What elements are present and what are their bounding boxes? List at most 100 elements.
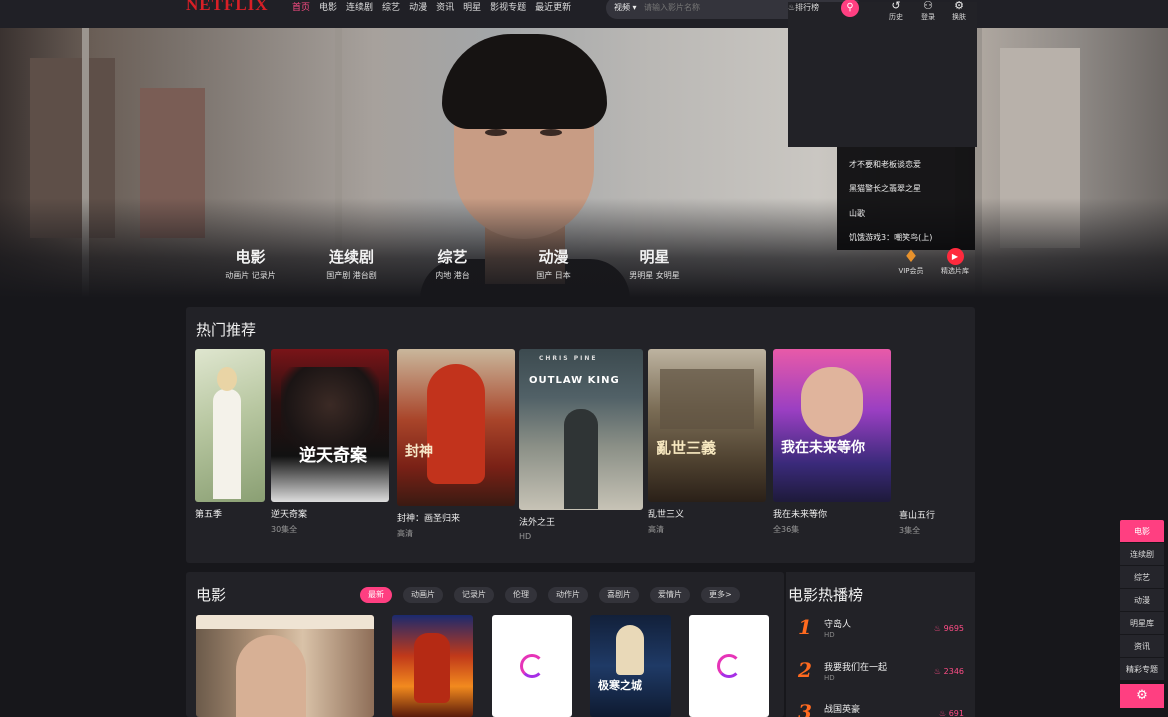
recommend-title: 喜山五行 xyxy=(899,511,936,521)
nav-item-stars[interactable]: 明星 xyxy=(463,0,481,13)
hot-list-item[interactable]: 黑猫警长之翡翠之星 xyxy=(849,177,963,202)
tab-ethics[interactable]: 伦理 xyxy=(505,587,537,603)
fire-icon: ♨ xyxy=(933,667,942,676)
app-root: NETFLIX 首页 电影 连续剧 综艺 动漫 资讯 明星 影视专题 最近更新 … xyxy=(0,0,1168,717)
rank-link[interactable]: ♨排行榜 xyxy=(788,2,977,147)
vip-link[interactable]: ♦ VIP会员 xyxy=(893,248,929,276)
recommend-item[interactable]: 喜山五行 3集全 xyxy=(899,508,969,536)
hot-list-item[interactable]: 山歌 xyxy=(849,202,963,227)
side-item-news[interactable]: 资讯 xyxy=(1120,635,1164,658)
recommend-item[interactable]: 逆天奇案 逆天奇案 30集全 xyxy=(271,349,389,535)
hero-category-movie[interactable]: 电影 动画片 记录片 xyxy=(200,246,301,281)
poster-actor-text: CHRIS PINE xyxy=(539,355,598,362)
category-title: 动漫 xyxy=(538,248,569,266)
portrait-eye xyxy=(485,129,507,136)
rank-number: 2 xyxy=(798,658,812,682)
hero-category-stars[interactable]: 明星 男明星 女明星 xyxy=(604,246,705,281)
settings-button[interactable]: ⚙ xyxy=(1120,684,1164,708)
section-title: 热门推荐 xyxy=(196,321,257,339)
nav-item-home[interactable]: 首页 xyxy=(292,0,310,13)
recommend-item[interactable]: CHRIS PINE OUTLAW KING 法外之王 HD xyxy=(519,349,643,541)
tab-action[interactable]: 动作片 xyxy=(548,587,588,603)
poster-image: 亂世三義 xyxy=(648,349,766,502)
rank-heat: ♨ 2346 xyxy=(934,667,964,676)
movie-card-loading[interactable] xyxy=(492,615,572,717)
tab-more[interactable]: 更多> xyxy=(701,587,740,603)
poster-image: 我在未来等你 xyxy=(773,349,891,502)
logo[interactable]: NETFLIX xyxy=(186,0,269,15)
movie-card[interactable] xyxy=(392,615,473,717)
recommend-sub: 全36集 xyxy=(773,525,800,534)
search-type-select[interactable]: 视频 ▾ xyxy=(614,2,637,13)
hero-category-variety[interactable]: 综艺 内地 港台 xyxy=(402,246,503,281)
nav-item-variety[interactable]: 综艺 xyxy=(382,0,400,13)
recommend-item[interactable]: 亂世三義 乱世三义 高清 xyxy=(648,349,766,535)
recommend-sub: 3集全 xyxy=(899,526,921,535)
history-button[interactable]: ↺ 历史 xyxy=(884,0,908,22)
tab-romance[interactable]: 爱情片 xyxy=(650,587,690,603)
rank-heat: ♨ 9695 xyxy=(934,624,964,633)
ranking-title: 电影热播榜 xyxy=(788,586,864,604)
library-label: 精选片库 xyxy=(941,267,969,275)
recommend-title: 我在未来等你 xyxy=(773,510,828,520)
vip-label: VIP会员 xyxy=(898,267,924,275)
loading-spinner-icon xyxy=(717,654,741,678)
hero-banner[interactable]: 电影 动画片 记录片 连续剧 国产剧 港台剧 综艺 内地 港台 动漫 国产 日本… xyxy=(0,28,1168,298)
login-button[interactable]: ⚇ 登录 xyxy=(916,0,940,22)
nav-item-movie[interactable]: 电影 xyxy=(319,0,337,13)
recommend-item[interactable]: 我在未来等你 我在未来等你 全36集 xyxy=(773,349,891,535)
category-sub: 国产 日本 xyxy=(536,271,571,280)
hot-list-item[interactable]: 才不要和老板谈恋爱 xyxy=(849,153,963,178)
poster-figure xyxy=(213,389,241,499)
tab-comedy[interactable]: 喜剧片 xyxy=(599,587,639,603)
recommend-item[interactable]: 封神 封神：画圣归来 高清 xyxy=(397,349,515,539)
hero-categories: 电影 动画片 记录片 连续剧 国产剧 港台剧 综艺 内地 港台 动漫 国产 日本… xyxy=(200,246,705,281)
nav-item-topics[interactable]: 影视专题 xyxy=(490,0,526,13)
side-item-movie[interactable]: 电影 xyxy=(1120,520,1164,543)
login-label: 登录 xyxy=(921,13,935,21)
nav-item-anime[interactable]: 动漫 xyxy=(409,0,427,13)
side-item-variety[interactable]: 综艺 xyxy=(1120,566,1164,589)
rank-name: 守岛人 xyxy=(824,620,852,630)
header: NETFLIX 首页 电影 连续剧 综艺 动漫 资讯 明星 影视专题 最近更新 … xyxy=(0,0,1168,147)
ranking-row[interactable]: 2 我要我们在一起 HD ♨ 2346 xyxy=(796,658,966,696)
nav-item-latest[interactable]: 最近更新 xyxy=(535,0,571,13)
category-sub: 动画片 记录片 xyxy=(225,271,276,280)
recommend-sub: 30集全 xyxy=(271,525,298,534)
tab-animation[interactable]: 动画片 xyxy=(403,587,443,603)
side-item-topics[interactable]: 精彩专题 xyxy=(1120,658,1164,681)
nav-item-news[interactable]: 资讯 xyxy=(436,0,454,13)
library-link[interactable]: ▶ 精选片库 xyxy=(937,248,973,276)
side-item-stars[interactable]: 明星库 xyxy=(1120,612,1164,635)
recommend-item[interactable]: 第五季 xyxy=(195,349,265,524)
hero-category-anime[interactable]: 动漫 国产 日本 xyxy=(503,246,604,281)
skin-label: 换肤 xyxy=(952,13,966,21)
poster-figure xyxy=(801,367,863,437)
hot-recommend-panel: 热门推荐 第五季 逆天奇案 逆天奇案 30集全 封神 封神：画圣归来 高清 CH… xyxy=(186,307,975,563)
tab-latest[interactable]: 最新 xyxy=(360,587,392,603)
poster-image xyxy=(195,349,265,502)
play-icon: ▶ xyxy=(946,248,964,265)
movie-card[interactable]: 极寒之城 xyxy=(590,615,671,717)
skin-button[interactable]: ⚙ 换肤 xyxy=(947,0,971,22)
rank-name: 我要我们在一起 xyxy=(824,663,888,673)
loading-spinner-icon xyxy=(520,654,544,678)
nav-item-series[interactable]: 连续剧 xyxy=(346,0,373,13)
rank-number: 1 xyxy=(798,615,812,639)
tab-documentary[interactable]: 记录片 xyxy=(454,587,494,603)
poster-image: 封神 xyxy=(397,349,515,506)
fire-icon: ♨ xyxy=(939,709,947,717)
search-input[interactable] xyxy=(644,0,784,15)
side-item-series[interactable]: 连续剧 xyxy=(1120,543,1164,566)
ranking-row[interactable]: 1 守岛人 HD ♨ 9695 xyxy=(796,615,966,653)
rank-number: 3 xyxy=(798,700,812,717)
hero-category-series[interactable]: 连续剧 国产剧 港台剧 xyxy=(301,246,402,281)
poster-figure-head xyxy=(217,367,237,391)
movie-card[interactable] xyxy=(196,615,374,717)
movie-card-loading[interactable] xyxy=(689,615,769,717)
ranking-row[interactable]: 3 战国英豪 ♨ 691 xyxy=(796,700,966,717)
search-type-label: 视频 xyxy=(614,3,630,12)
side-item-anime[interactable]: 动漫 xyxy=(1120,589,1164,612)
poster-image: CHRIS PINE OUTLAW KING xyxy=(519,349,643,510)
rank-heat-value: 2346 xyxy=(943,667,964,676)
